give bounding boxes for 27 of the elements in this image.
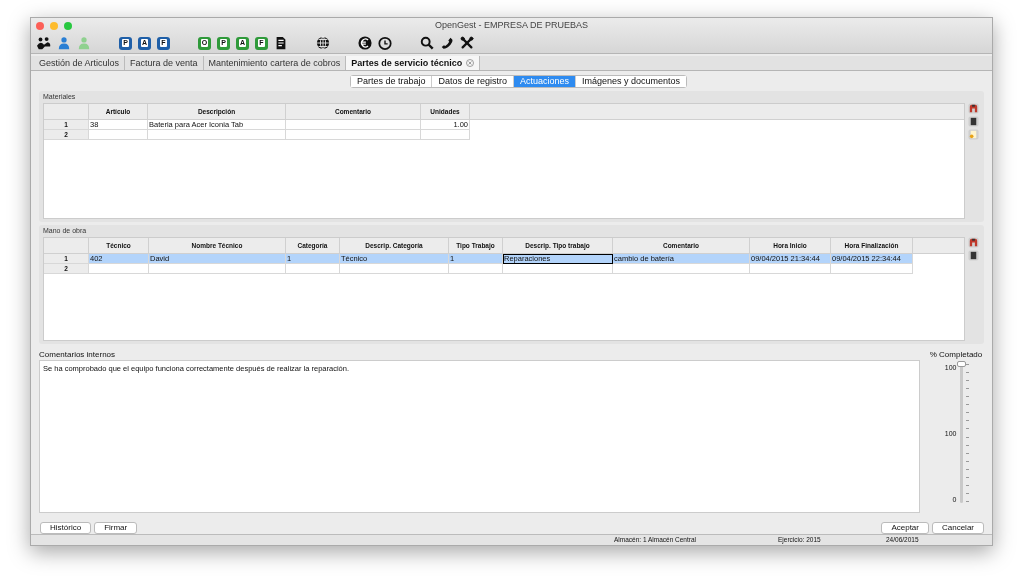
progress-slider[interactable]	[959, 363, 963, 503]
people-icon[interactable]	[37, 36, 51, 50]
binoculars-icon[interactable]	[968, 236, 979, 248]
binoculars-icon[interactable]	[968, 102, 979, 114]
document-icon[interactable]	[968, 115, 979, 127]
document-icon[interactable]	[968, 249, 979, 261]
table-cell	[421, 129, 470, 140]
table-cell	[449, 263, 503, 274]
globe-icon[interactable]	[316, 36, 330, 50]
slider-thumb[interactable]	[956, 360, 966, 367]
field-label: Comentarios internos	[39, 349, 117, 360]
document-icon[interactable]	[274, 36, 288, 50]
action-button[interactable]: Histórico	[40, 521, 92, 534]
person-icon[interactable]	[57, 36, 71, 50]
action-button[interactable]: Cancelar	[932, 521, 984, 534]
euro-icon[interactable]	[358, 36, 372, 50]
action-button[interactable]: Firmar	[94, 521, 138, 534]
phone-icon[interactable]	[440, 36, 454, 50]
tab[interactable]: Partes de trabajo	[350, 75, 433, 87]
tools-icon[interactable]	[460, 36, 474, 50]
tab[interactable]: Partes de servicio técnico	[346, 56, 481, 70]
search-icon[interactable]	[420, 36, 434, 50]
table-cell	[286, 263, 340, 274]
window-title: OpenGest - EMPRESA DE PRUEBAS	[434, 20, 589, 30]
clock-icon[interactable]	[378, 36, 392, 50]
field-label: % Completado	[929, 349, 983, 360]
action-button[interactable]: Aceptar	[881, 521, 929, 534]
